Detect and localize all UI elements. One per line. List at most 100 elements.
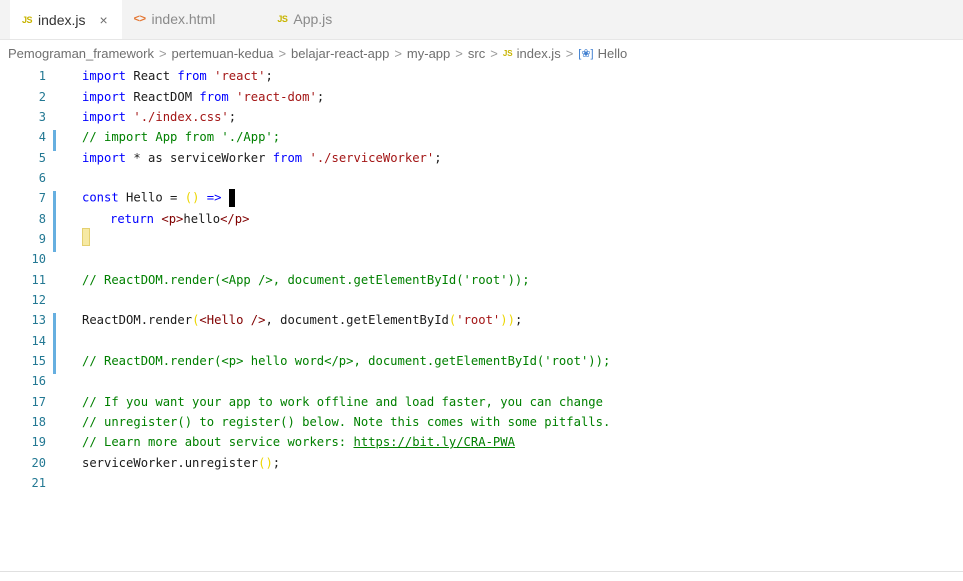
punctuation: ; — [265, 69, 273, 84]
identifier: Hello = — [118, 190, 185, 205]
jsx-tag: </p> — [220, 211, 250, 226]
punctuation: ; — [228, 109, 237, 124]
bracket-highlight — [82, 228, 90, 247]
punctuation: ; — [316, 89, 325, 104]
code-line: 3 import './index.css'; — [0, 107, 963, 127]
breadcrumb-separator: > — [455, 45, 463, 61]
breadcrumb-separator: > — [158, 45, 167, 61]
line-content: import ReactDOM from 'react-dom'; — [60, 90, 324, 104]
identifier: * as serviceWorker — [126, 150, 273, 165]
html-file-icon: <> — [133, 13, 146, 25]
tab-label: index.html — [151, 11, 216, 27]
tab-app-js[interactable]: JS App.js — [229, 0, 372, 39]
breadcrumb-item[interactable]: Pemograman_framework — [8, 46, 154, 61]
text-cursor — [228, 189, 235, 208]
line-number: 12 — [31, 292, 46, 307]
tab-label: index.js — [38, 11, 86, 28]
breadcrumb-item[interactable]: belajar-react-app — [291, 46, 389, 61]
code-line: 19 // Learn more about service workers: … — [0, 432, 963, 452]
bracket: () — [184, 190, 200, 205]
identifier: ReactDOM — [126, 89, 200, 104]
keyword: from — [177, 69, 207, 84]
breadcrumb-item[interactable]: src — [468, 46, 485, 61]
jsx-tag: <p> — [161, 211, 184, 226]
line-number: 1 — [38, 69, 46, 84]
identifier: ReactDOM.render — [82, 313, 193, 328]
keyword: import — [82, 89, 127, 104]
code-editor[interactable]: 1 import React from 'react'; 2 import Re… — [0, 66, 963, 493]
line-number: 3 — [38, 109, 46, 124]
code-line: 6 — [0, 168, 963, 188]
punctuation: ; — [434, 150, 442, 165]
line-content: import * as serviceWorker from './servic… — [60, 151, 442, 165]
line-number: 20 — [31, 455, 46, 470]
javascript-file-icon: JS — [22, 14, 33, 25]
line-number: 16 — [31, 374, 46, 389]
keyword: from — [199, 89, 229, 104]
breadcrumb-separator: > — [490, 45, 498, 61]
code-line: 9 — [0, 228, 963, 253]
editor-tab-bar: JS index.js × <> index.html JS App.js — [0, 0, 963, 40]
code-line: 21 — [0, 473, 963, 493]
comment: // import App from './App'; — [82, 130, 281, 145]
line-number: 7 — [0, 191, 60, 212]
code-line: 11 // ReactDOM.render(<App />, document.… — [0, 269, 963, 289]
identifier: , document.getElementById — [265, 313, 449, 328]
code-line: 4 // import App from './App'; — [0, 127, 963, 151]
code-line: 15 // ReactDOM.render(<p> hello word</p>… — [0, 351, 963, 375]
punctuation: ; — [272, 455, 281, 470]
code-line: 5 import * as serviceWorker from './serv… — [0, 147, 963, 167]
comment: // If you want your app to work offline … — [82, 394, 603, 409]
bracket: )) — [500, 313, 515, 328]
keyword: import — [82, 69, 127, 84]
keyword: import — [82, 109, 127, 124]
punctuation: ; — [514, 313, 523, 328]
breadcrumb: Pemograman_framework > pertemuan-kedua >… — [0, 40, 963, 66]
identifier: serviceWorker.unregister — [82, 455, 259, 470]
breadcrumb-separator: > — [394, 45, 402, 61]
line-number: 4 — [0, 130, 60, 151]
line-content: import './index.css'; — [60, 110, 236, 124]
keyword: return — [110, 211, 155, 226]
tab-index-js[interactable]: JS index.js × — [10, 0, 122, 39]
line-number: 21 — [31, 476, 46, 491]
line-content: import React from 'react'; — [60, 69, 273, 83]
tab-index-html[interactable]: <> index.html — [122, 0, 230, 39]
code-line: 18 // unregister() to register() below. … — [0, 412, 963, 432]
comment: // ReactDOM.render(<App />, document.get… — [82, 272, 530, 287]
line-number: 6 — [38, 170, 46, 185]
line-content: // Learn more about service workers: htt… — [60, 435, 515, 449]
line-number: 8 — [0, 211, 60, 232]
keyword: const — [82, 190, 119, 205]
breadcrumb-item[interactable]: Hello — [598, 46, 628, 61]
breadcrumb-item[interactable]: index.js — [517, 46, 561, 61]
string-literal: './index.css' — [126, 109, 229, 124]
keyword: from — [272, 150, 303, 165]
comment-link[interactable]: https://bit.ly/CRA-PWA — [354, 435, 515, 449]
jsx-tag: <Hello /> — [199, 313, 266, 328]
close-icon[interactable]: × — [99, 12, 107, 28]
line-number: 2 — [38, 89, 46, 104]
line-number: 15 — [0, 353, 60, 375]
code-line: 2 import ReactDOM from 'react-dom'; — [0, 86, 963, 106]
line-number: 13 — [0, 313, 60, 334]
code-line: 14 — [0, 330, 963, 354]
identifier: React — [126, 69, 178, 84]
line-number: 19 — [31, 435, 46, 450]
keyword: import — [82, 150, 127, 165]
line-content: return <p>hello</p> — [60, 212, 249, 226]
code-line: 13 ReactDOM.render(<Hello />, document.g… — [0, 310, 963, 334]
comment: // ReactDOM.render(<p> hello word</p>, d… — [82, 353, 611, 368]
breadcrumb-item[interactable]: my-app — [407, 46, 450, 61]
code-line: 1 import React from 'react'; — [0, 66, 963, 86]
breadcrumb-item[interactable]: pertemuan-kedua — [172, 46, 274, 61]
code-line: 12 — [0, 290, 963, 310]
bracket: () — [258, 455, 273, 470]
code-line: 7 const Hello = () => — [0, 188, 963, 212]
string-literal: 'root' — [456, 313, 501, 328]
editor-bottom-border — [0, 571, 963, 572]
line-content — [60, 228, 90, 249]
string-literal: './serviceWorker' — [302, 150, 435, 165]
javascript-file-icon: JS — [502, 48, 513, 58]
line-number: 11 — [31, 272, 46, 287]
